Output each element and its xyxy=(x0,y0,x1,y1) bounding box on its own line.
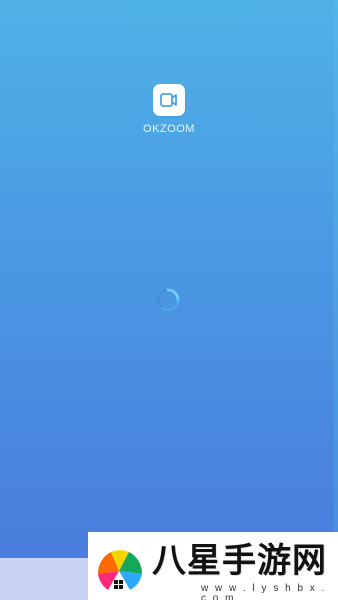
app-icon xyxy=(153,84,185,116)
app-branding: OKZOOM xyxy=(0,84,338,135)
camera-icon xyxy=(160,93,177,107)
loading-spinner-icon xyxy=(154,286,182,314)
watermark-left-panel xyxy=(0,558,88,600)
splash-screen: OKZOOM 八星手游网 w w w . l y s h b x . c o m xyxy=(0,0,338,600)
watermark-title: 八星手游网 xyxy=(152,542,327,580)
app-name: OKZOOM xyxy=(143,123,195,135)
watermark-url: w w w . l y s h b x . c o m xyxy=(201,583,327,600)
watermark-logo-icon xyxy=(90,540,150,600)
